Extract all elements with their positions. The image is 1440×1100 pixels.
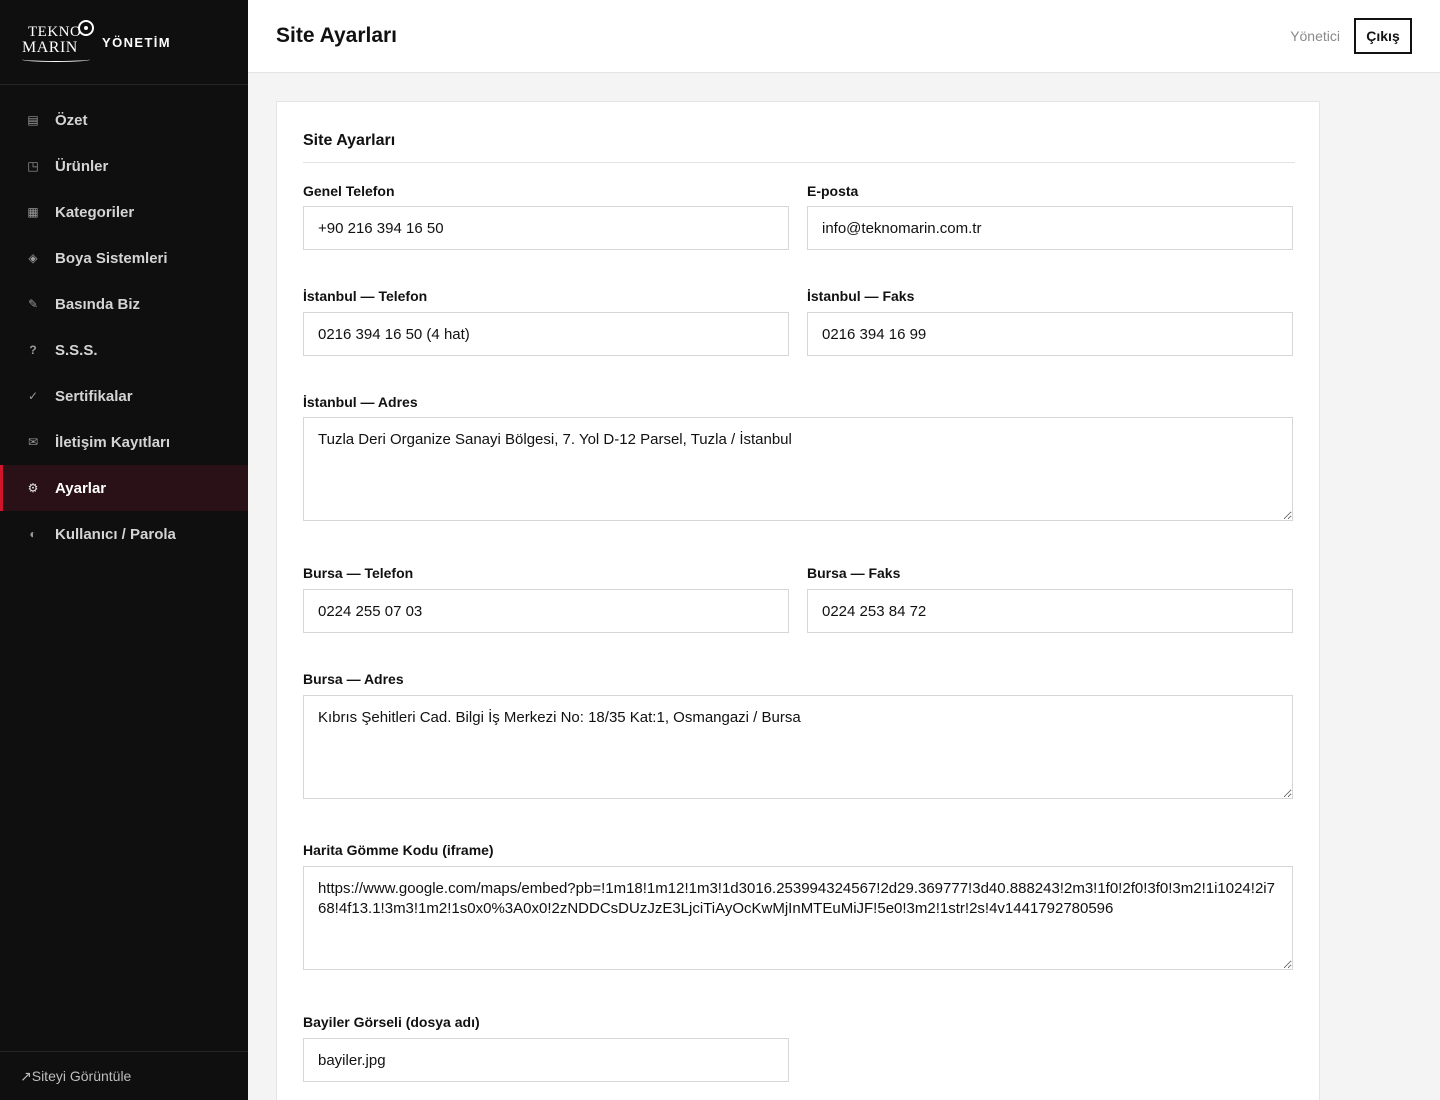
- istanbul-phone-label: İstanbul — Telefon: [303, 288, 428, 304]
- sidebar-item-label: Kategoriler: [55, 203, 135, 221]
- sidebar-item-label: Ürünler: [55, 157, 109, 175]
- settings-card: Site Ayarları Genel Telefon E-posta İsta…: [276, 101, 1320, 1100]
- sidebar-item-boya-sistemleri[interactable]: ◈ Boya Sistemleri: [0, 235, 248, 281]
- sidebar-item-label: S.S.S.: [55, 341, 98, 359]
- messages-icon: ✉: [27, 435, 39, 449]
- sidebar-item-kullanici-parola[interactable]: ◐ Kullanıcı / Parola: [0, 511, 248, 557]
- logo-swoosh: [22, 57, 90, 62]
- sidebar-item-basinda-biz[interactable]: ✎ Basında Biz: [0, 281, 248, 327]
- general-phone-field[interactable]: [303, 206, 789, 250]
- bursa-fax-field[interactable]: [807, 589, 1293, 633]
- certificates-icon: ✓: [27, 389, 39, 403]
- section-divider: [303, 162, 1295, 163]
- view-site-link[interactable]: ↗ Siteyi Görüntüle: [0, 1051, 248, 1100]
- email-field[interactable]: [807, 206, 1293, 250]
- istanbul-phone-field[interactable]: [303, 312, 789, 356]
- brand: TEKNO MARIN YÖNETİM: [0, 0, 248, 85]
- sidebar-item-label: İletişim Kayıtları: [55, 433, 171, 451]
- dealers-image-field[interactable]: [303, 1038, 789, 1082]
- sidebar-item-urunler[interactable]: ◳ Ürünler: [0, 143, 248, 189]
- istanbul-fax-label: İstanbul — Faks: [807, 288, 915, 304]
- sidebar-item-label: Özet: [55, 111, 88, 129]
- sidebar-item-ozet[interactable]: ▤ Özet: [0, 97, 248, 143]
- istanbul-address-label: İstanbul — Adres: [303, 394, 418, 410]
- sidebar-item-sss[interactable]: ? S.S.S.: [0, 327, 248, 373]
- user-icon: ◐: [29, 527, 37, 541]
- sidebar-item-kategoriler[interactable]: ▦ Kategoriler: [0, 189, 248, 235]
- sidebar-item-label: Basında Biz: [55, 295, 141, 313]
- bursa-phone-field[interactable]: [303, 589, 789, 633]
- sidebar-item-sertifikalar[interactable]: ✓ Sertifikalar: [0, 373, 248, 419]
- sidebar-item-label: Kullanıcı / Parola: [55, 525, 176, 543]
- sidebar-item-ayarlar[interactable]: ⚙ Ayarlar: [0, 465, 248, 511]
- bursa-phone-label: Bursa — Telefon: [303, 565, 414, 581]
- map-embed-label: Harita Gömme Kodu (iframe): [303, 842, 494, 858]
- topbar: Site Ayarları Yönetici Çıkış: [248, 0, 1440, 73]
- brand-title: YÖNETİM: [102, 34, 172, 50]
- sidebar-nav: ▤ Özet ◳ Ürünler ▦ Kategoriler ◈ Boya Si…: [0, 97, 248, 557]
- bursa-fax-label: Bursa — Faks: [807, 565, 901, 581]
- categories-icon: ▦: [27, 205, 39, 219]
- dashboard-icon: ▤: [27, 113, 39, 127]
- ship-wheel-icon: [78, 20, 94, 36]
- current-user: Yönetici: [1290, 28, 1340, 44]
- sidebar-item-label: Boya Sistemleri: [55, 249, 168, 267]
- faq-icon: ?: [29, 343, 37, 357]
- products-icon: ◳: [27, 159, 39, 173]
- section-title: Site Ayarları: [303, 132, 396, 149]
- bursa-address-field[interactable]: Kıbrıs Şehitleri Cad. Bilgi İş Merkezi N…: [303, 695, 1293, 799]
- sidebar-item-label: Sertifikalar: [55, 387, 133, 405]
- page-title: Site Ayarları: [276, 24, 398, 47]
- general-phone-label: Genel Telefon: [303, 183, 395, 199]
- map-embed-field[interactable]: https://www.google.com/maps/embed?pb=!1m…: [303, 866, 1293, 970]
- view-site-label: Siteyi Görüntüle: [31, 1068, 132, 1084]
- sidebar-item-iletisim-kayitlari[interactable]: ✉ İletişim Kayıtları: [0, 419, 248, 465]
- paint-systems-icon: ◈: [28, 251, 38, 265]
- bursa-address-label: Bursa — Adres: [303, 671, 404, 687]
- settings-icon: ⚙: [27, 481, 39, 495]
- logout-button[interactable]: Çıkış: [1354, 18, 1412, 54]
- istanbul-fax-field[interactable]: [807, 312, 1293, 356]
- email-label: E-posta: [807, 183, 859, 199]
- sidebar-item-label: Ayarlar: [55, 479, 107, 497]
- external-link-icon: ↗: [20, 1067, 32, 1084]
- istanbul-address-field[interactable]: Tuzla Deri Organize Sanayi Bölgesi, 7. Y…: [303, 417, 1293, 521]
- logo-text-bottom: MARIN: [22, 39, 78, 56]
- dealers-image-label: Bayiler Görseli (dosya adı): [303, 1014, 480, 1030]
- sidebar: TEKNO MARIN YÖNETİM ▤ Özet ◳ Ürünler ▦ K…: [0, 0, 248, 1100]
- teknomarin-logo[interactable]: TEKNO MARIN: [20, 20, 94, 64]
- press-icon: ✎: [27, 297, 39, 311]
